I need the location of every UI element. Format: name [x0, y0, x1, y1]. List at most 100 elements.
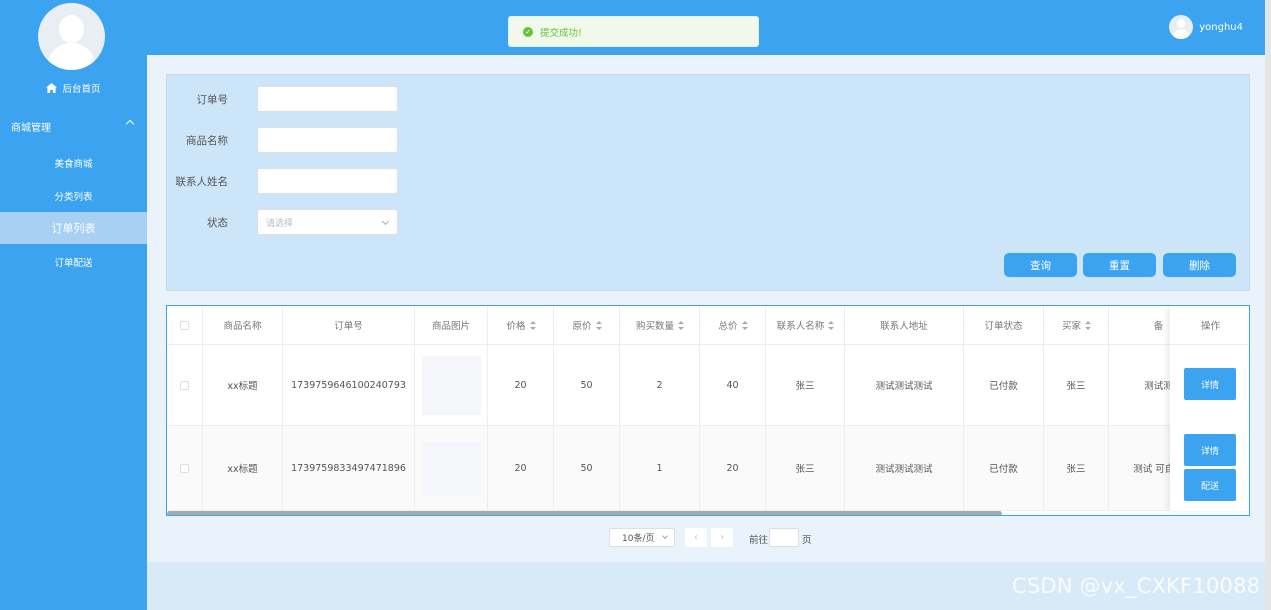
chevron-down-icon: [662, 533, 668, 539]
contact-name-label: 联系人姓名: [175, 175, 229, 188]
status-placeholder: 请选择: [266, 218, 294, 229]
cell-buyer: 张三: [1044, 345, 1109, 425]
header-contact-name[interactable]: 联系人名称: [766, 306, 845, 344]
cell-original-price: 50: [554, 345, 620, 425]
sort-icon[interactable]: [1085, 320, 1091, 330]
header-contact-name-label: 联系人名称: [776, 321, 825, 332]
header-total[interactable]: 总价: [700, 306, 766, 344]
cell-product-image: [415, 345, 488, 425]
cell-product-image: [415, 426, 488, 510]
sidebar-item-label: 后台首页: [62, 84, 101, 95]
row-select-cell: [167, 345, 203, 425]
product-name-input[interactable]: [257, 127, 398, 153]
cell-order-status: 已付款: [964, 426, 1044, 510]
cell-quantity: 1: [620, 426, 700, 510]
goto-page-input[interactable]: [769, 528, 799, 547]
cell-quantity: 2: [620, 345, 700, 425]
status-select[interactable]: 请选择: [257, 209, 398, 235]
product-name-row: 商品名称: [167, 127, 398, 153]
cell-price: 20: [488, 345, 554, 425]
cell-order-no: 1739759833497471896: [283, 426, 415, 510]
chevron-up-icon: [125, 119, 135, 129]
cell-contact-name: 张三: [766, 426, 845, 510]
sort-icon[interactable]: [595, 320, 602, 330]
page-size-select[interactable]: 10条/页: [609, 528, 675, 547]
status-row: 状态 请选择: [167, 209, 398, 235]
cell-total: 20: [700, 426, 766, 510]
contact-name-row: 联系人姓名: [167, 168, 398, 194]
avatar[interactable]: [38, 3, 105, 70]
header-product-name: 商品名称: [203, 306, 283, 344]
order-no-row: 订单号: [167, 86, 398, 112]
page-size-value: 10条/页: [622, 534, 655, 544]
header-price[interactable]: 价格: [488, 306, 554, 344]
sidebar-item-category-list[interactable]: 分类列表: [0, 180, 147, 212]
cell-product-name: xx标题: [203, 426, 283, 510]
user-menu[interactable]: yonghu4: [1169, 15, 1243, 39]
user-avatar-icon: [1169, 15, 1194, 39]
detail-button[interactable]: 详情: [1184, 368, 1236, 400]
header-buyer-label: 买家: [1061, 321, 1081, 332]
sidebar-group-mall[interactable]: 商城管理: [0, 117, 147, 135]
header-quantity-label: 购买数量: [635, 321, 674, 332]
home-icon: [46, 83, 58, 93]
order-no-input[interactable]: [257, 86, 398, 112]
cell-buyer: 张三: [1044, 426, 1109, 510]
search-panel: 订单号 商品名称 联系人姓名 状态 请选择 查询 重置 删除: [166, 74, 1250, 291]
row-checkbox[interactable]: [180, 380, 189, 390]
prev-page-button[interactable]: ‹: [685, 528, 707, 547]
product-name-label: 商品名称: [186, 134, 228, 147]
success-toast: ✓ 提交成功!: [508, 16, 759, 47]
cell-total: 40: [700, 345, 766, 425]
select-all-checkbox[interactable]: [180, 320, 189, 330]
table-header: 商品名称 订单号 商品图片 价格 原价 购买数量 总价 联系人名称 联系人地址 …: [167, 306, 1209, 345]
delete-button[interactable]: 删除: [1163, 253, 1236, 277]
sidebar-item-label: 订单列表: [51, 222, 96, 235]
sidebar-item-home[interactable]: 后台首页: [0, 80, 147, 96]
sidebar-group-label: 商城管理: [11, 122, 51, 134]
sidebar-item-order-delivery[interactable]: 订单配送: [0, 246, 147, 278]
sort-icon[interactable]: [678, 320, 684, 330]
page-scrollbar[interactable]: [1265, 0, 1271, 610]
row-checkbox[interactable]: [180, 463, 189, 473]
header-product-image: 商品图片: [415, 306, 488, 344]
contact-name-input[interactable]: [257, 168, 398, 194]
header-contact-address: 联系人地址: [845, 306, 964, 344]
sidebar-item-label: 美食商城: [54, 159, 93, 170]
product-image: [421, 355, 481, 415]
actions-column: 操作 详情 详情 配送: [1170, 306, 1249, 511]
next-page-button[interactable]: ›: [711, 528, 733, 547]
cell-contact-address: 测试测试测试: [845, 426, 964, 510]
watermark: CSDN @vx_CXKF10088: [1012, 574, 1261, 598]
header-buyer[interactable]: 买家: [1044, 306, 1109, 344]
cell-contact-address: 测试测试测试: [845, 345, 964, 425]
sort-icon[interactable]: [828, 320, 835, 330]
header-order-no: 订单号: [283, 306, 415, 344]
sort-icon[interactable]: [741, 320, 748, 330]
header-quantity[interactable]: 购买数量: [620, 306, 700, 344]
table-row: xx标题 1739759646100240793 20 50 2 40 张三 测…: [167, 345, 1209, 426]
cell-order-status: 已付款: [964, 345, 1044, 425]
table-row: xx标题 1739759833497471896 20 50 1 20 张三 测…: [167, 426, 1209, 511]
cell-order-no: 1739759646100240793: [283, 345, 415, 425]
username: yonghu4: [1199, 21, 1243, 33]
sidebar: 后台首页 商城管理 美食商城 分类列表 订单列表 订单配送: [0, 0, 147, 610]
goto-label: 前往: [749, 535, 769, 546]
row-select-cell: [167, 426, 203, 510]
delivery-button[interactable]: 配送: [1184, 469, 1236, 501]
query-button[interactable]: 查询: [1004, 253, 1077, 277]
header-order-status: 订单状态: [964, 306, 1044, 344]
sidebar-item-order-list[interactable]: 订单列表: [0, 212, 147, 244]
header-original-price[interactable]: 原价: [554, 306, 620, 344]
detail-button[interactable]: 详情: [1184, 434, 1236, 466]
header-original-price-label: 原价: [572, 321, 592, 332]
sidebar-item-food-mall[interactable]: 美食商城: [0, 147, 147, 179]
horizontal-scrollbar[interactable]: [167, 511, 1002, 515]
reset-button[interactable]: 重置: [1083, 253, 1156, 277]
cell-product-name: xx标题: [203, 345, 283, 425]
header-actions: 操作: [1170, 306, 1249, 345]
sort-icon[interactable]: [529, 320, 536, 330]
header-total-label: 总价: [718, 321, 738, 332]
page-unit-label: 页: [802, 535, 812, 546]
select-all-cell: [167, 306, 203, 344]
